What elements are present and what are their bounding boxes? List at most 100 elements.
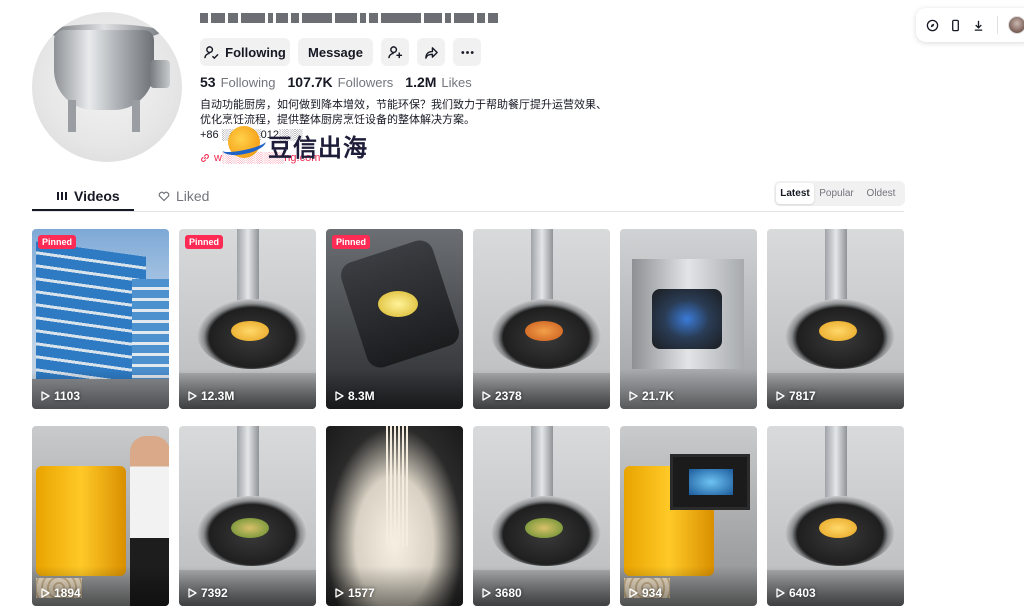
avatar-pot-handle (150, 60, 170, 88)
view-count: 7392 (201, 586, 228, 600)
view-count: 1894 (54, 586, 81, 600)
play-icon (335, 588, 344, 598)
followers-stat[interactable]: 107.7K Followers (288, 74, 394, 90)
grid-bars-icon (57, 192, 67, 200)
thumb-food (231, 321, 269, 341)
video-card[interactable]: 1894 (32, 426, 169, 606)
video-views: 21.7K (628, 389, 674, 403)
play-icon (41, 391, 50, 401)
video-card[interactable]: Pinned 12.3M (179, 229, 316, 409)
play-icon (776, 391, 785, 401)
followers-count: 107.7K (287, 74, 333, 90)
phone-icon (952, 19, 959, 31)
avatar-pot-leg (68, 100, 76, 132)
view-count: 7817 (789, 389, 816, 403)
play-icon (335, 391, 344, 401)
tab-videos[interactable]: Videos (56, 188, 120, 204)
sort-toggle: Latest Popular Oldest (774, 181, 905, 206)
person-check-icon (204, 45, 219, 59)
likes-stat-label: Likes (441, 75, 472, 90)
bio-line: 自动功能厨房，如何做到降本增效，节能环保？我们致力于帮助餐厅提升运营效果、 (200, 99, 607, 111)
likes-count: 1.2M (405, 74, 437, 90)
view-count: 8.3M (348, 389, 375, 403)
video-card[interactable]: 2378 (473, 229, 610, 409)
profile-actions: Following Message (200, 38, 481, 66)
profile-username-obscured (200, 10, 498, 26)
sort-latest-button[interactable]: Latest (776, 183, 814, 204)
video-card[interactable]: 7392 (179, 426, 316, 606)
compass-button[interactable] (924, 17, 941, 34)
pinned-badge: Pinned (38, 235, 77, 249)
video-card[interactable]: 1577 (326, 426, 463, 606)
profile-stats: 53 Following 107.7K Followers 1.2M Likes (200, 74, 472, 90)
pinned-badge: Pinned (185, 235, 224, 249)
following-stat[interactable]: 53 Following (200, 74, 276, 90)
pinned-badge: Pinned (332, 235, 371, 249)
video-card[interactable]: 7817 (767, 229, 904, 409)
video-card[interactable]: 934 (620, 426, 757, 606)
play-icon (41, 588, 50, 598)
video-views: 8.3M (334, 389, 375, 403)
download-button[interactable] (970, 17, 987, 34)
view-count: 1103 (54, 389, 81, 403)
following-button-label: Following (225, 44, 286, 60)
heart-outline-icon (158, 191, 170, 202)
profile-avatar (32, 12, 182, 162)
video-views: 7817 (775, 389, 816, 403)
thumb-food (378, 291, 418, 317)
following-stat-label: Following (220, 75, 276, 90)
message-button[interactable]: Message (298, 38, 373, 66)
play-icon (482, 391, 491, 401)
user-avatar[interactable] (1008, 16, 1024, 34)
video-card[interactable]: Pinned 8.3M (326, 229, 463, 409)
avatar-pot-image (54, 30, 154, 110)
tab-videos-label: Videos (74, 188, 120, 204)
view-count: 2378 (495, 389, 522, 403)
view-count: 3680 (495, 586, 522, 600)
video-grid: Pinned 1103 Pinned 12.3M Pinned 8.3M 237… (32, 229, 905, 606)
view-count: 21.7K (642, 389, 675, 403)
thumb-screen (670, 454, 750, 510)
video-views: 1103 (40, 389, 80, 403)
add-friend-button[interactable] (381, 38, 409, 66)
tab-liked[interactable]: Liked (158, 188, 209, 204)
following-button[interactable]: Following (200, 38, 290, 66)
toolbar-divider (997, 16, 998, 34)
video-views: 1577 (334, 586, 375, 600)
video-card[interactable]: Pinned 1103 (32, 229, 169, 409)
person-add-icon (387, 45, 402, 58)
more-options-button[interactable] (453, 38, 481, 66)
thumb-food (819, 321, 857, 341)
video-card[interactable]: 3680 (473, 426, 610, 606)
video-views: 1894 (40, 586, 81, 600)
video-views: 3680 (481, 586, 522, 600)
message-button-label: Message (308, 44, 363, 60)
thumb-machine (36, 466, 126, 576)
thumb-noodles (386, 426, 410, 546)
tab-liked-label: Liked (176, 188, 210, 204)
watermark-logo: 豆信出海 (220, 124, 378, 168)
video-views: 6403 (775, 586, 816, 600)
video-views: 12.3M (187, 389, 234, 403)
thumb-food (231, 518, 269, 538)
video-card[interactable]: 6403 (767, 426, 904, 606)
mobile-device-button[interactable] (947, 17, 964, 34)
sort-popular-button[interactable]: Popular (814, 183, 859, 204)
video-card[interactable]: 21.7K (620, 229, 757, 409)
thumb-food (525, 518, 563, 538)
share-arrow-icon (424, 46, 438, 59)
play-icon (482, 588, 491, 598)
share-button[interactable] (417, 38, 445, 66)
view-count: 934 (642, 586, 663, 600)
play-icon (629, 588, 638, 598)
video-views: 7392 (187, 586, 228, 600)
compass-icon (926, 19, 939, 31)
play-icon (629, 391, 638, 401)
sort-oldest-button[interactable]: Oldest (859, 183, 903, 204)
watermark-text: 豆信出海 (268, 133, 368, 162)
top-right-toolbar (916, 8, 1024, 42)
play-icon (188, 588, 197, 598)
active-tab-indicator (32, 209, 134, 211)
view-count: 6403 (789, 586, 816, 600)
likes-stat: 1.2M Likes (405, 74, 471, 90)
